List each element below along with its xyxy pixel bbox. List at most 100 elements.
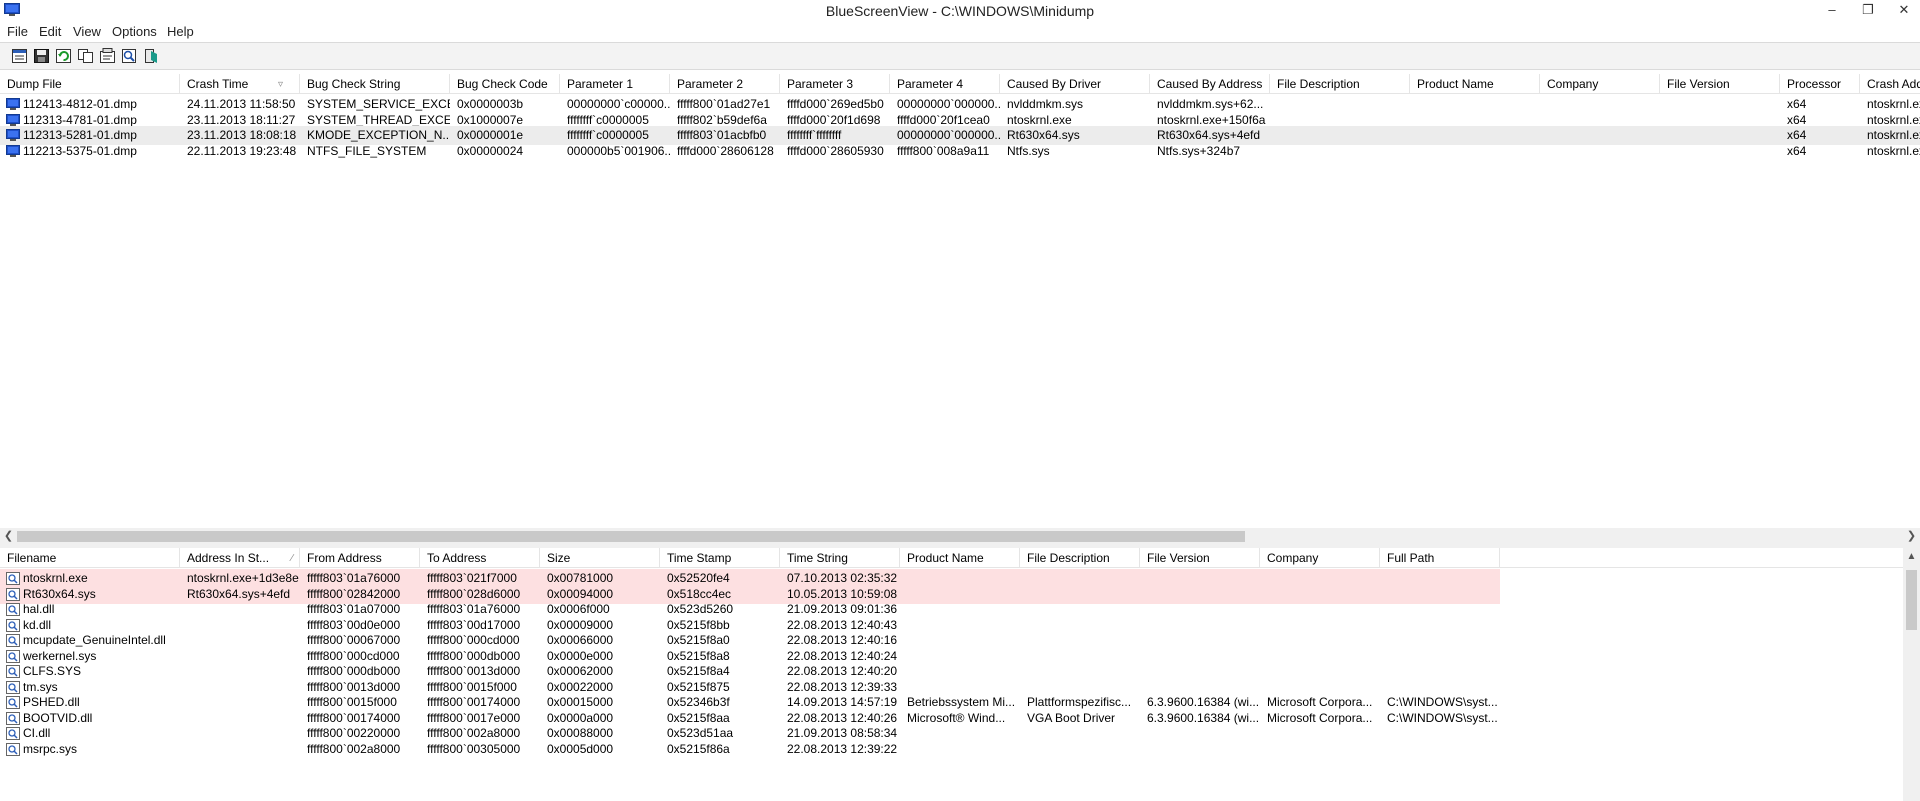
- col-time-string[interactable]: Time String: [780, 548, 900, 568]
- driver-file-icon: [6, 665, 20, 678]
- driver-list-header: Filename Address In St... ∕ From Address …: [0, 548, 1920, 568]
- col-address-in-stack[interactable]: Address In St... ∕: [180, 548, 300, 568]
- col-crash-time-label: Crash Time: [187, 77, 249, 91]
- scroll-right-icon[interactable]: ❯: [1903, 528, 1920, 545]
- col-dump-file[interactable]: Dump File: [0, 74, 180, 94]
- table-cell: [1140, 740, 1260, 759]
- table-cell: x64: [1787, 143, 1807, 158]
- driver-file-icon: [6, 711, 20, 725]
- minimize-button[interactable]: –: [1814, 0, 1850, 22]
- table-cell: [1540, 142, 1660, 161]
- col-bug-check-code[interactable]: Bug Check Code: [450, 74, 560, 94]
- table-cell: 000000b5`001906...: [567, 143, 670, 158]
- col-file-description[interactable]: File Description: [1020, 548, 1140, 568]
- save-icon[interactable]: [33, 48, 50, 64]
- driver-file-icon: [6, 634, 20, 647]
- title-bar: BlueScreenView - C:\WINDOWS\Minidump – ❐…: [0, 0, 1920, 22]
- table-cell: [1020, 740, 1140, 759]
- col-filename[interactable]: Filename: [0, 548, 180, 568]
- col-parameter-4[interactable]: Parameter 4: [890, 74, 1000, 94]
- driver-file-icon: [6, 742, 20, 756]
- table-cell: [900, 740, 1020, 759]
- table-cell: ffffd000`28605930: [787, 143, 884, 158]
- scroll-up-icon[interactable]: ▲: [1903, 548, 1920, 565]
- col-parameter-2[interactable]: Parameter 2: [670, 74, 780, 94]
- scroll-left-icon[interactable]: ❮: [0, 528, 17, 545]
- table-cell: [1270, 142, 1410, 161]
- driver-list[interactable]: Filename Address In St... ∕ From Address …: [0, 548, 1920, 801]
- table-cell: ffffd000`28606128: [677, 143, 774, 158]
- toolbar: [0, 42, 1920, 70]
- col-processor[interactable]: Processor: [1780, 74, 1860, 94]
- table-cell: 112213-5375-01.dmp: [23, 143, 137, 158]
- close-button[interactable]: ✕: [1886, 0, 1920, 22]
- table-cell: 22.08.2013 12:39:22: [787, 741, 898, 756]
- dump-list[interactable]: Dump File Crash Time ▿ Bug Check String B…: [0, 74, 1920, 528]
- driver-file-icon: [6, 649, 20, 663]
- properties-icon[interactable]: [11, 48, 28, 64]
- col-file-version[interactable]: File Version: [1660, 74, 1780, 94]
- menu-options[interactable]: Options: [112, 24, 157, 39]
- col-product-name[interactable]: Product Name: [1410, 74, 1540, 94]
- table-cell: 22.11.2013 19:23:48: [187, 143, 297, 158]
- table-cell: Ntfs.sys+324b7: [1157, 143, 1241, 158]
- col-bug-check-string[interactable]: Bug Check String: [300, 74, 450, 94]
- col-to-address[interactable]: To Address: [420, 548, 540, 568]
- table-cell: [180, 740, 300, 759]
- table-row[interactable]: msrpc.sys fffff800`002a8000 fffff800`00305…: [0, 740, 1920, 759]
- col-company[interactable]: Company: [1540, 74, 1660, 94]
- dump-file-icon: [6, 113, 20, 126]
- dump-file-icon: [6, 98, 20, 110]
- driver-file-icon: [6, 603, 20, 616]
- table-cell: [1380, 740, 1500, 759]
- col-product-name[interactable]: Product Name: [900, 548, 1020, 568]
- vertical-scrollbar[interactable]: ▲: [1903, 548, 1920, 801]
- table-cell: msrpc.sys: [23, 741, 77, 756]
- col-file-description[interactable]: File Description: [1270, 74, 1410, 94]
- driver-file-icon: [6, 587, 20, 601]
- col-crash-address[interactable]: Crash Address: [1860, 74, 1920, 94]
- menu-view[interactable]: View: [73, 24, 101, 39]
- dump-file-icon: [6, 129, 20, 141]
- col-parameter-3[interactable]: Parameter 3: [780, 74, 890, 94]
- col-full-path[interactable]: Full Path: [1380, 548, 1500, 568]
- driver-file-icon: [6, 572, 20, 585]
- driver-file-icon: [6, 680, 20, 694]
- table-cell: [1260, 740, 1380, 759]
- exit-icon[interactable]: [143, 48, 160, 64]
- vertical-scroll-thumb[interactable]: [1906, 570, 1917, 630]
- html-report-icon[interactable]: [99, 48, 116, 64]
- horizontal-scrollbar[interactable]: ❮ ❯: [0, 528, 1920, 545]
- col-company[interactable]: Company: [1260, 548, 1380, 568]
- col-caused-by-driver[interactable]: Caused By Driver: [1000, 74, 1150, 94]
- refresh-icon[interactable]: [55, 48, 72, 64]
- horizontal-scroll-thumb[interactable]: [17, 531, 1245, 542]
- col-from-address[interactable]: From Address: [300, 548, 420, 568]
- col-file-version[interactable]: File Version: [1140, 548, 1260, 568]
- col-crash-time[interactable]: Crash Time ▿: [180, 74, 300, 94]
- col-parameter-1[interactable]: Parameter 1: [560, 74, 670, 94]
- menu-edit[interactable]: Edit: [39, 24, 61, 39]
- col-caused-by-address[interactable]: Caused By Address: [1150, 74, 1270, 94]
- menu-bar: File Edit View Options Help: [0, 22, 1920, 42]
- table-cell: fffff800`008a9a11: [897, 143, 990, 158]
- menu-file[interactable]: File: [7, 24, 28, 39]
- driver-file-icon: [6, 727, 20, 740]
- menu-help[interactable]: Help: [167, 24, 194, 39]
- table-cell: Ntfs.sys: [1007, 143, 1050, 158]
- table-cell: [1660, 142, 1780, 161]
- driver-file-icon: [6, 618, 20, 632]
- table-cell: fffff800`00305000: [427, 741, 521, 756]
- col-address-in-stack-label: Address In St...: [187, 551, 270, 565]
- table-cell: 0x00000024: [457, 143, 524, 158]
- sort-desc-icon: ▿: [277, 79, 283, 90]
- copy-icon[interactable]: [77, 48, 94, 64]
- maximize-button[interactable]: ❐: [1850, 0, 1886, 22]
- dump-list-header: Dump File Crash Time ▿ Bug Check String B…: [0, 74, 1920, 94]
- dump-file-icon: [6, 144, 20, 157]
- col-size[interactable]: Size: [540, 548, 660, 568]
- table-cell: NTFS_FILE_SYSTEM: [307, 143, 427, 158]
- col-time-stamp[interactable]: Time Stamp: [660, 548, 780, 568]
- table-row[interactable]: 112213-5375-01.dmp 22.11.2013 19:23:48 NTF…: [0, 142, 1920, 161]
- find-icon[interactable]: [121, 48, 138, 64]
